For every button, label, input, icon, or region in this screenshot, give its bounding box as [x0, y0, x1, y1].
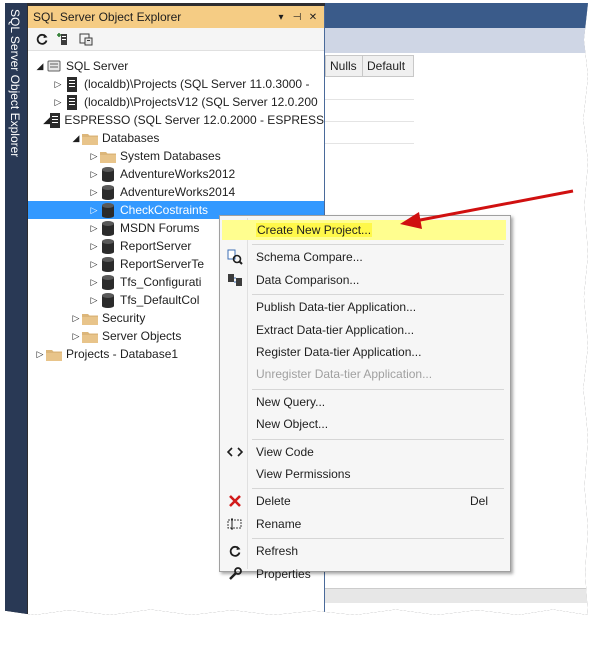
- arrow-head: [400, 212, 422, 229]
- arrow-shaft: [414, 189, 574, 223]
- annotation-arrow: [400, 189, 574, 229]
- screenshot-frame: SQL Server Object Explorer SQL Server Ob…: [5, 3, 588, 615]
